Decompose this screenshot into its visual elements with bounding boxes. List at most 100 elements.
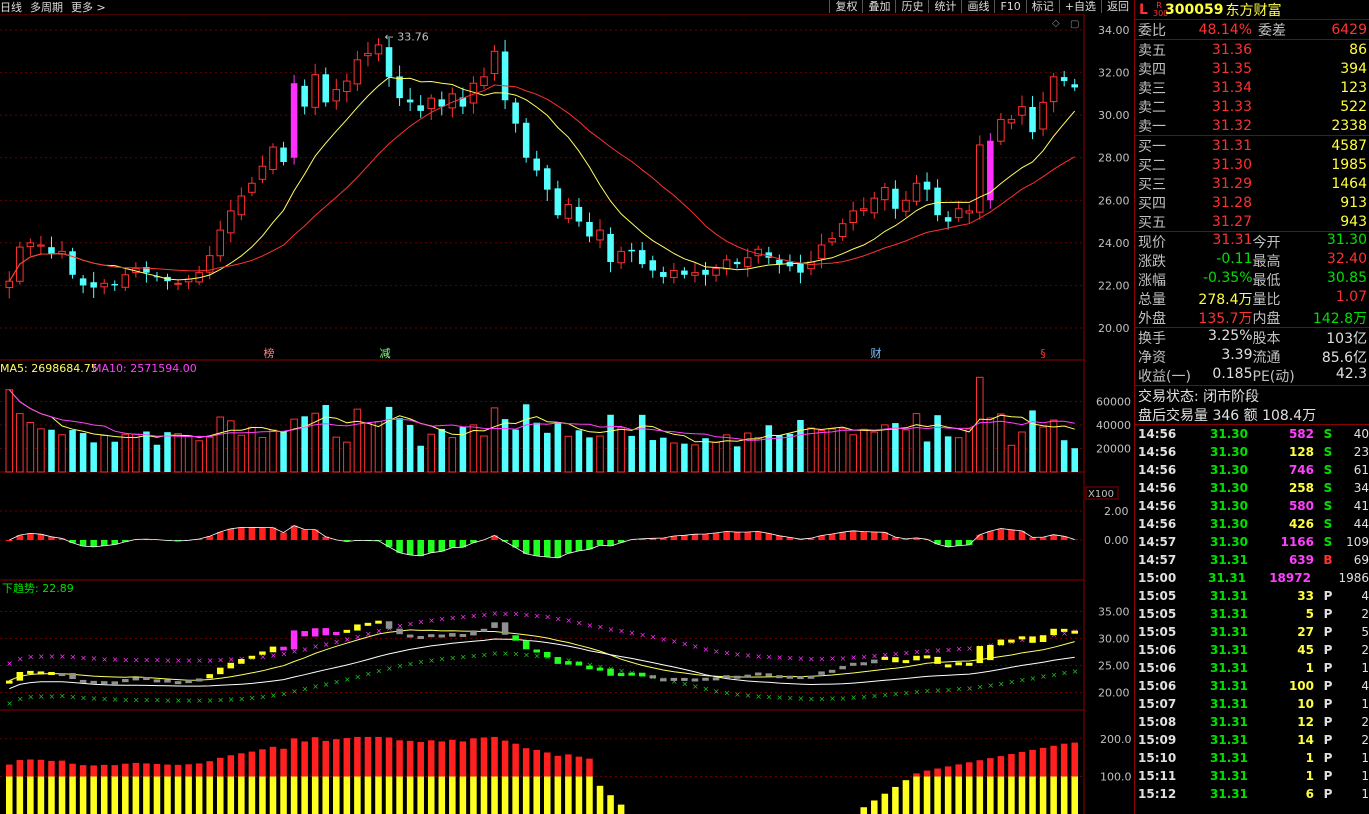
tick-list[interactable]: 14:56 31.30 582 S 40 14:56 31.30 128 S 23 14:56 31.… — [1135, 425, 1369, 803]
candle-body — [5, 280, 14, 289]
macd-bar — [238, 527, 245, 540]
volume-bar — [838, 427, 847, 473]
toolbar-left-item[interactable]: 多周期 — [30, 1, 63, 14]
candle-body — [174, 282, 182, 285]
upper-band-mark: × — [513, 609, 520, 618]
bottom-bar-yellow — [1071, 776, 1078, 814]
tick-price: 31.30 — [1210, 481, 1248, 495]
toolbar-button[interactable]: 复权 — [829, 0, 862, 13]
candle-body — [797, 263, 804, 273]
trend-box — [1008, 639, 1015, 643]
toolbar-button[interactable]: 画线 — [961, 0, 994, 13]
toolbar-button[interactable]: F10 — [994, 0, 1025, 13]
stat-row: 换手 3.25% 股本 103亿 — [1135, 328, 1369, 347]
volume-bar — [427, 433, 436, 473]
upper-band-mark: × — [17, 654, 24, 663]
tick-direction: S — [1323, 499, 1333, 513]
buy-label: 买五 — [1138, 214, 1166, 231]
toolbar-button[interactable]: 统计 — [928, 0, 961, 13]
stat-right: 今开 31.30 — [1253, 232, 1369, 252]
toolbar-button[interactable]: 标记 — [1025, 0, 1059, 13]
volume-bar — [164, 432, 171, 472]
candle-body — [480, 76, 488, 86]
upper-band-mark: × — [639, 631, 646, 640]
bottom-bar-yellow — [301, 776, 308, 814]
bottom-bar-red — [301, 741, 308, 777]
volume-bar — [111, 441, 119, 472]
settings-icon: ▢ — [1070, 19, 1079, 30]
trend-box — [6, 680, 13, 684]
upper-band-mark: × — [840, 654, 847, 663]
tick-price: 31.30 — [1210, 535, 1248, 549]
buy-volume: 4587 — [1331, 137, 1367, 154]
bottom-bar-yellow — [69, 776, 76, 814]
tick-count: 1 — [1361, 661, 1369, 675]
volume-bar — [786, 433, 794, 472]
bottom-bar-yellow — [259, 776, 266, 814]
stat-label: 换手 — [1138, 330, 1166, 347]
upper-band-mark: × — [586, 621, 593, 630]
lower-band-mark: × — [122, 695, 129, 704]
lower-band-mark: × — [333, 677, 340, 686]
lower-band-mark: × — [481, 650, 488, 659]
y-tick-label: 60000 — [1096, 396, 1131, 409]
tick-time: 14:57 — [1138, 535, 1177, 549]
bottom-bar-yellow — [185, 776, 192, 814]
kline-chart[interactable]: 34.00 32.00 30.00 28.00 26.00 24.00 22.00 20.00… — [0, 0, 1134, 814]
lower-band-mark: × — [175, 696, 182, 705]
bottom-bar-yellow — [6, 776, 13, 814]
trend-box — [712, 677, 720, 681]
tick-row: 15:06 31.31 45 P 2 — [1135, 641, 1369, 659]
stat-value: 3.25% — [1208, 327, 1253, 344]
stat-label: 收益(一) — [1138, 368, 1191, 385]
toolbar-left-item[interactable]: 日线 — [0, 1, 22, 14]
bottom-bar-yellow — [459, 776, 467, 814]
toolbar-button[interactable]: 返回 — [1101, 0, 1134, 13]
candle-body — [427, 97, 436, 110]
candle-body — [807, 261, 815, 270]
stat-label: 净资 — [1138, 349, 1166, 366]
toolbar-button[interactable]: 历史 — [895, 0, 928, 13]
candle-body — [512, 102, 519, 124]
stock-name[interactable]: 东方财富 — [1225, 0, 1281, 20]
tick-direction: P — [1323, 733, 1333, 747]
stat-left: 换手 3.25% — [1135, 328, 1253, 348]
upper-band-mark: × — [523, 611, 530, 620]
toolbar-left-item[interactable]: 更多 > — [71, 1, 106, 14]
candle-body — [490, 50, 499, 75]
upper-band-mark: × — [428, 616, 435, 625]
bottom-bar-red — [1060, 743, 1068, 777]
trend-box — [480, 628, 488, 632]
toolbar-button[interactable]: +自选 — [1058, 0, 1101, 13]
trend-box — [849, 662, 857, 666]
trend-box — [206, 674, 213, 679]
volume-bar — [1018, 431, 1026, 473]
upper-band-mark: × — [629, 628, 636, 637]
bottom-bar-yellow — [965, 776, 973, 814]
toolbar-button[interactable]: 叠加 — [862, 0, 895, 13]
bottom-bar-yellow — [501, 776, 509, 814]
candle-body — [670, 270, 678, 278]
trend-box — [638, 672, 646, 677]
macd-bar — [754, 531, 762, 540]
bottom-bar-red — [470, 738, 477, 777]
sell-volume: 123 — [1340, 79, 1367, 96]
bottom-bar-yellow — [470, 776, 477, 814]
tick-row: 14:56 31.30 128 S 23 — [1135, 443, 1369, 461]
lower-band-mark: × — [871, 691, 878, 700]
bottom-bar-red — [311, 737, 319, 777]
trend-box — [617, 673, 625, 677]
buy-label: 买三 — [1138, 176, 1166, 193]
stat-left: 净资 3.39 — [1135, 347, 1253, 367]
tick-count: 34 — [1353, 481, 1369, 495]
macd-bar — [702, 533, 709, 540]
stock-code[interactable]: 300059 — [1165, 2, 1223, 18]
tick-time: 14:57 — [1138, 553, 1177, 567]
buy-row: 买一 31.31 4587 — [1135, 136, 1369, 155]
trend-box — [976, 646, 984, 664]
bottom-bar-red — [533, 749, 540, 777]
trade-status: 交易状态: 闭市阶段 盘后交易量 346 额 108.4万 — [1135, 386, 1369, 425]
volume-bar — [670, 442, 678, 473]
tick-count: 2 — [1361, 607, 1369, 621]
tick-time: 15:05 — [1138, 589, 1177, 603]
